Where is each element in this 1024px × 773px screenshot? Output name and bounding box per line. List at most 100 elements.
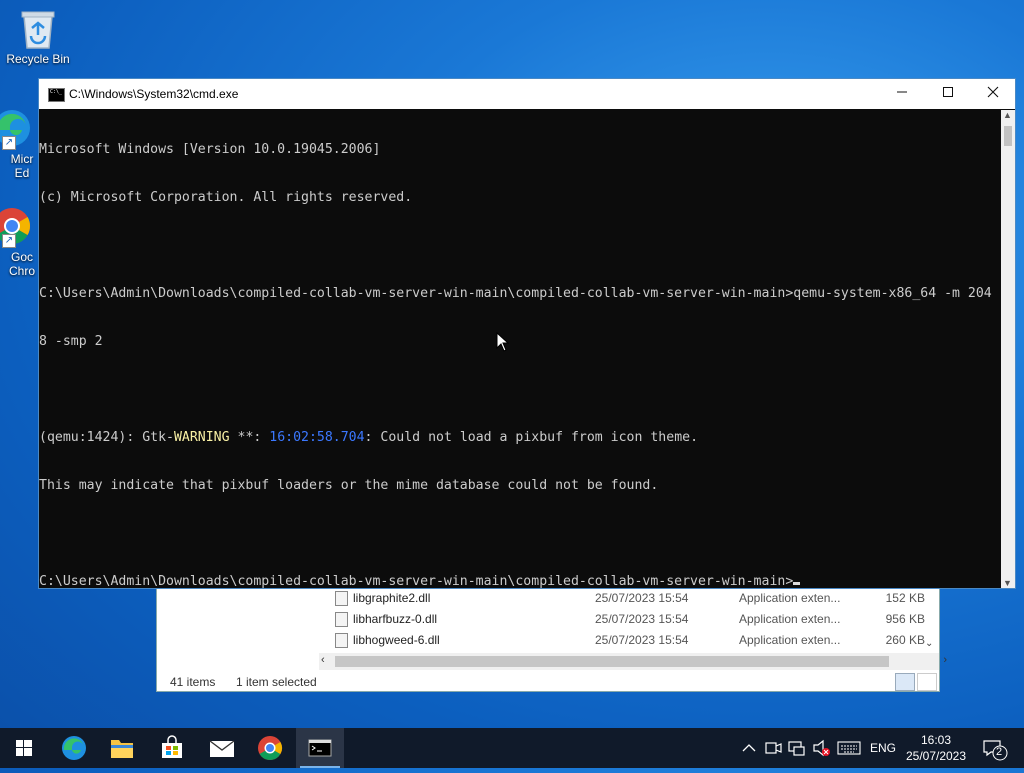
network-icon [788,741,805,756]
file-name: libgraphite2.dll [353,591,431,605]
recycle-bin-icon [18,8,58,49]
horizontal-scrollbar[interactable]: ‹ › [319,653,947,670]
minimize-icon [897,91,907,93]
chrome-icon: ↗ [0,206,32,248]
dll-file-icon [335,612,348,627]
console-warning-line: (qemu:1424): Gtk-WARNING **: 16:02:58.70… [39,430,999,446]
cmd-icon [308,739,332,757]
touch-keyboard-button[interactable] [836,728,862,768]
taskbar-clock[interactable]: 16:03 25/07/2023 [900,732,972,764]
notification-center-button[interactable]: 2 [980,728,1010,768]
item-count: 41 items [170,675,216,689]
taskbar-cmd-button[interactable] [296,728,344,768]
clock-time: 16:03 [920,733,952,747]
network-button[interactable] [786,728,808,768]
mail-icon [209,740,235,757]
windows-logo-icon [16,740,32,756]
edge-icon: ↗ [0,108,32,150]
warning-separator: **: [229,430,270,445]
file-type: Application exten... [739,633,841,647]
cmd-vertical-scrollbar[interactable]: ▲ ▼ [1001,110,1015,588]
console-line: Microsoft Windows [Version 10.0.19045.20… [39,142,381,157]
file-size: 260 KB [885,633,925,647]
store-bag-icon [162,735,182,758]
recycle-bin-label: Recycle Bin [6,52,70,66]
input-language-indicator[interactable]: ENG [868,728,898,768]
cmd-title-bar[interactable]: C:\Windows\System32\cmd.exe [39,79,1015,109]
scroll-down-arrow-icon[interactable]: ▼ [1003,578,1012,588]
taskbar-store-button[interactable] [148,728,196,768]
taskbar-chrome-button[interactable] [246,728,294,768]
text-cursor [793,582,801,585]
start-button[interactable] [0,728,48,768]
file-date: 25/07/2023 15:54 [595,612,689,626]
taskbar-file-explorer-button[interactable] [98,728,146,768]
clock-date: 25/07/2023 [905,749,967,763]
notification-icon [983,740,1008,761]
close-button[interactable] [970,79,1016,109]
warning-keyword: WARNING [173,430,230,445]
file-row[interactable]: libgraphite2.dll 25/07/2023 15:54 Applic… [335,588,925,609]
taskbar-edge-button[interactable] [50,728,98,768]
recycle-bin-desktop-icon[interactable]: Recycle Bin [0,8,76,66]
show-hidden-icons-button[interactable] [738,728,760,768]
minimize-button[interactable] [879,79,925,109]
maximize-button[interactable] [925,79,971,109]
dll-file-icon [335,633,348,648]
selection-count: 1 item selected [236,675,317,689]
volume-button[interactable] [810,728,834,768]
console-output[interactable]: Microsoft Windows [Version 10.0.19045.20… [39,110,999,588]
console-line: C:\Users\Admin\Downloads\compiled-collab… [39,286,992,301]
close-icon [987,86,999,98]
chevron-up-icon [742,744,756,752]
scroll-down-arrow-icon[interactable]: ⌄ [925,638,933,649]
volume-muted-icon [813,739,830,757]
maximize-icon [943,87,953,97]
file-type: Application exten... [739,591,841,605]
cmd-app-icon [48,88,65,102]
shortcut-arrow-icon: ↗ [2,234,16,248]
meet-now-button[interactable] [762,728,784,768]
dll-file-icon [335,591,348,606]
warning-timestamp: 16:02:58.704 [269,430,365,445]
keyboard-icon [837,741,861,755]
large-icons-view-icon[interactable] [917,673,937,691]
file-size: 152 KB [885,591,925,605]
file-row[interactable]: libharfbuzz-0.dll 25/07/2023 15:54 Appli… [335,609,925,630]
console-prompt-line[interactable]: C:\Users\Admin\Downloads\compiled-collab… [39,574,999,588]
cmd-scroll-thumb[interactable] [1004,126,1012,146]
file-explorer-window[interactable]: libgraphite2.dll 25/07/2023 15:54 Applic… [156,587,947,692]
file-date: 25/07/2023 15:54 [595,591,689,605]
console-line: 8 -smp 2 [39,334,103,349]
file-name: libhogweed-6.dll [353,633,440,647]
file-date: 25/07/2023 15:54 [595,633,689,647]
chrome-icon [258,736,283,761]
camera-icon [765,742,782,754]
window-title: C:\Windows\System32\cmd.exe [69,87,239,101]
shortcut-arrow-icon: ↗ [2,136,16,150]
file-name: libharfbuzz-0.dll [353,612,438,626]
warning-message: : Could not load a pixbuf from icon them… [364,430,699,445]
scroll-left-arrow-icon[interactable]: ‹ [321,654,325,666]
console-line: (c) Microsoft Corporation. All rights re… [39,190,413,205]
taskbar: ENG 16:03 25/07/2023 2 [0,728,1024,768]
file-size: 956 KB [885,612,925,626]
warning-prefix: (qemu:1424): Gtk- [39,430,174,445]
prompt-text: C:\Users\Admin\Downloads\compiled-collab… [39,574,794,588]
taskbar-mail-button[interactable] [198,728,246,768]
details-view-icon[interactable] [895,673,915,691]
mouse-pointer-icon [496,332,510,352]
scroll-up-arrow-icon[interactable]: ▲ [1003,110,1012,120]
cmd-window[interactable]: C:\Windows\System32\cmd.exe Microsoft Wi… [38,78,1016,589]
horizontal-scroll-thumb[interactable] [335,656,889,667]
scroll-right-arrow-icon[interactable]: › [943,654,947,666]
notification-count: 2 [996,746,1003,758]
file-type: Application exten... [739,612,841,626]
folder-icon [111,740,133,758]
file-row[interactable]: libhogweed-6.dll 25/07/2023 15:54 Applic… [335,630,925,651]
console-line: This may indicate that pixbuf loaders or… [39,478,659,493]
edge-icon [62,736,86,760]
